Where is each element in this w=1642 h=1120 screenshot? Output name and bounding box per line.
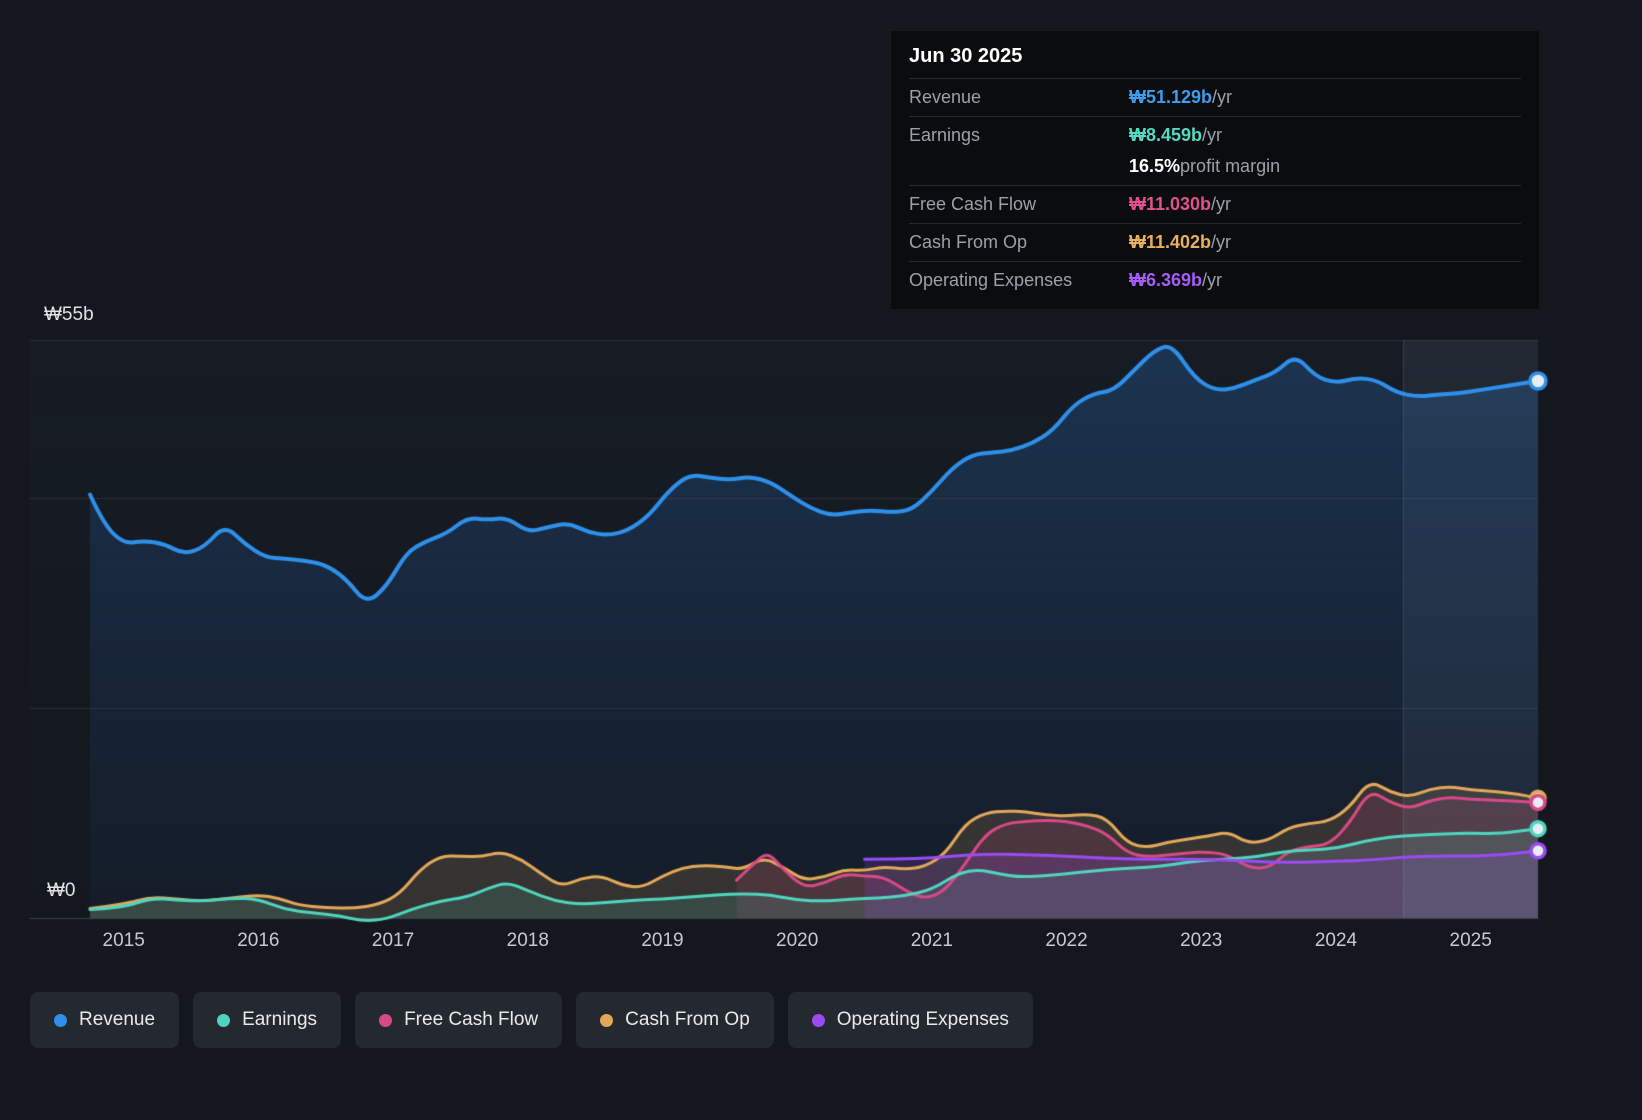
x-axis-year-label: 2015 (102, 930, 145, 951)
tooltip-opex-value: ₩6.369b (1129, 270, 1203, 290)
tooltip-earnings-unit: /yr (1202, 125, 1223, 145)
x-axis: 2015 2016 2017 2018 2019 2020 2021 2022 2023 2024… (0, 930, 1642, 960)
legend-item-free-cash-flow[interactable]: Free Cash Flow (355, 992, 563, 1048)
x-axis-year-label: 2025 (1449, 930, 1492, 951)
legend-earnings-label: Earnings (242, 1009, 318, 1030)
tooltip-revenue-value: ₩51.129b (1129, 87, 1213, 107)
legend-cashop-label: Cash From Op (625, 1009, 750, 1030)
x-axis-year-label: 2023 (1180, 930, 1223, 951)
legend-item-operating-expenses[interactable]: Operating Expenses (787, 992, 1033, 1048)
operating-expenses-dot-icon (811, 1013, 825, 1027)
y-axis-max-label: ₩55b (44, 304, 94, 325)
tooltip-date: Jun 30 2025 (909, 45, 1023, 67)
x-axis-year-label: 2024 (1314, 930, 1358, 951)
tooltip-margin-value: 16.5% (1129, 156, 1181, 176)
tooltip-row-operating-expenses: Operating Expenses ₩6.369b /yr (909, 261, 1521, 299)
x-axis-year-label: 2017 (371, 930, 415, 951)
tooltip-revenue-label: Revenue (909, 87, 982, 107)
legend-item-revenue[interactable]: Revenue (30, 992, 180, 1048)
x-axis-year-label: 2022 (1045, 930, 1088, 951)
x-axis-year-label: 2018 (506, 930, 549, 951)
legend-item-earnings[interactable]: Earnings (193, 992, 342, 1048)
legend-opex-label: Operating Expenses (836, 1009, 1009, 1030)
tooltip-row-free-cash-flow: Free Cash Flow ₩11.030b /yr (909, 185, 1521, 223)
legend-fcf-label: Free Cash Flow (404, 1009, 539, 1030)
tooltip-earnings-value: ₩8.459b (1129, 125, 1203, 145)
tooltip-cashop-label: Cash From Op (909, 232, 1028, 252)
tooltip-opex-unit: /yr (1202, 270, 1223, 290)
data-tooltip: Jun 30 2025 Revenue ₩51.129b /yr Earning… (890, 30, 1540, 310)
tooltip-revenue-unit: /yr (1212, 87, 1233, 107)
earnings-dot-icon (217, 1013, 231, 1027)
x-axis-year-label: 2020 (776, 930, 819, 951)
x-axis-year-label: 2016 (237, 930, 280, 951)
legend-item-cash-from-op[interactable]: Cash From Op (576, 992, 774, 1048)
tooltip-earnings-label: Earnings (909, 125, 981, 145)
tooltip-row-profit-margin: 16.5% profit margin (909, 154, 1521, 185)
financial-chart-page: ₩55b ₩0 2015 2016 2017 2018 2019 2020 2021 2022… (0, 0, 1642, 1120)
tooltip-opex-label: Operating Expenses (909, 270, 1073, 290)
tooltip-row-earnings: Earnings ₩8.459b /yr (909, 116, 1521, 154)
legend-revenue-label: Revenue (79, 1009, 156, 1030)
tooltip-margin-text: profit margin (1180, 156, 1281, 176)
tooltip-fcf-label: Free Cash Flow (909, 194, 1037, 214)
x-axis-year-label: 2021 (910, 930, 953, 951)
y-axis-zero-label: ₩0 (47, 880, 76, 901)
x-axis-year-label: 2019 (641, 930, 684, 951)
tooltip-fcf-value: ₩11.030b (1129, 194, 1212, 214)
tooltip-cashop-unit: /yr (1211, 232, 1232, 252)
legend: Revenue Earnings Free Cash Flow Cash Fro… (30, 992, 1033, 1048)
cash-from-op-dot-icon (600, 1013, 614, 1027)
free-cash-flow-dot-icon (379, 1013, 393, 1027)
tooltip-fcf-unit: /yr (1211, 194, 1232, 214)
tooltip-row-revenue: Revenue ₩51.129b /yr (909, 78, 1521, 116)
revenue-dot-icon (54, 1013, 67, 1027)
tooltip-row-cash-from-op: Cash From Op ₩11.402b /yr (909, 223, 1521, 261)
tooltip-cashop-value: ₩11.402b (1129, 232, 1212, 252)
